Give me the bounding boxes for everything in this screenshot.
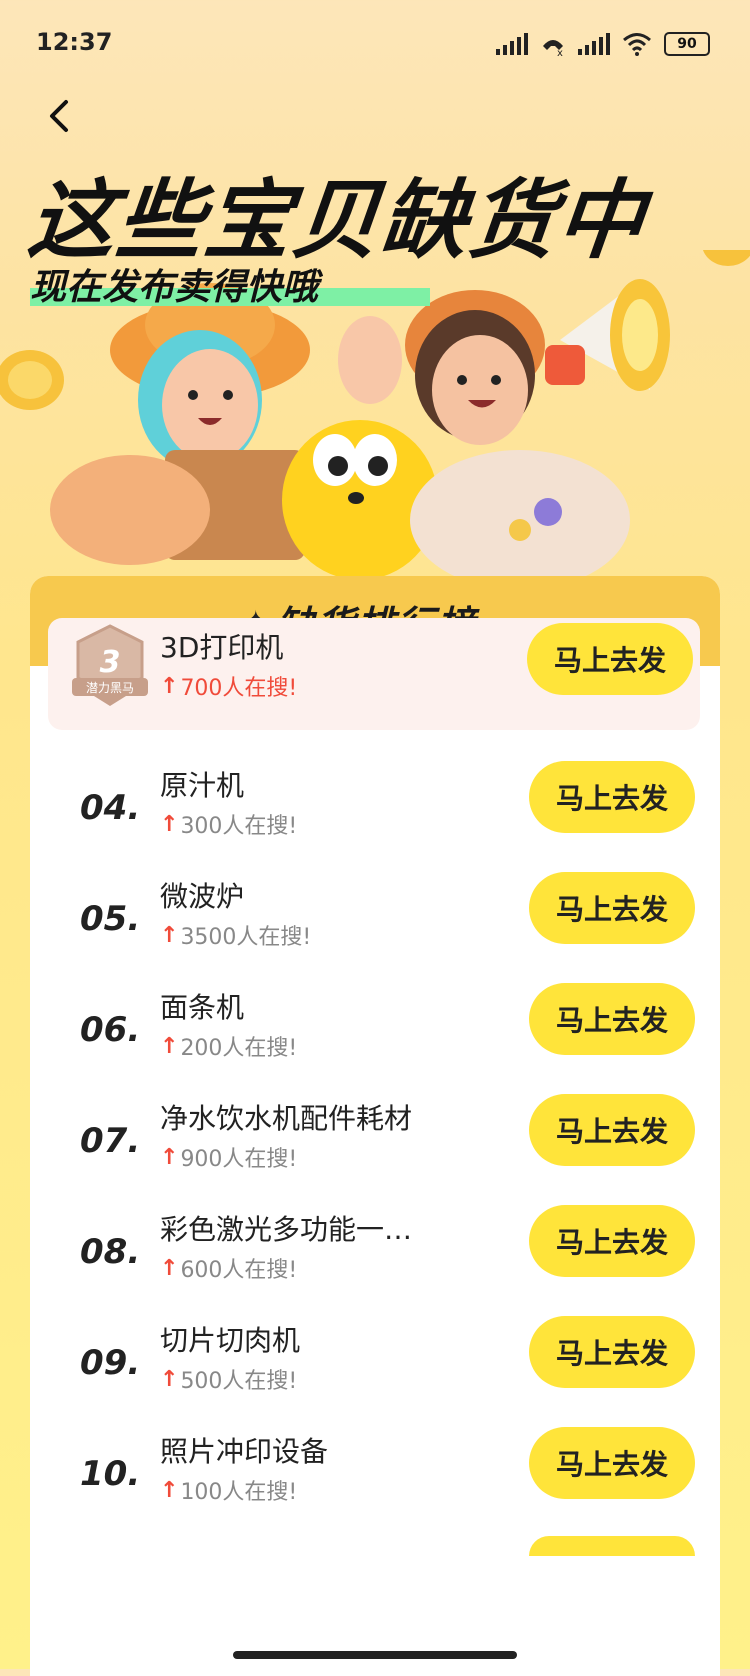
badge-rank: 3 — [100, 645, 121, 680]
list-item: 08. 彩色激光多功能一… ↑ 600人在搜! 马上去发 — [30, 1200, 720, 1310]
list-item: 3 潜力黑马 3D打印机 ↑ 700人在搜! 马上去发 — [48, 618, 700, 730]
item-rank: 09. — [80, 1343, 141, 1383]
item-hot-text: 600人在搜! — [180, 1258, 298, 1283]
item-rank: 06. — [80, 1010, 141, 1050]
up-arrow-icon: ↑ — [160, 922, 179, 948]
home-indicator[interactable] — [233, 1651, 517, 1659]
list-item: 04. 原汁机 ↑ 300人在搜! 马上去发 — [30, 756, 720, 866]
back-arrow-icon[interactable] — [40, 96, 80, 136]
up-arrow-icon: ↑ — [160, 673, 179, 699]
item-hot: ↑ 500人在搜! — [160, 1363, 297, 1395]
item-name: 原汁机 — [160, 769, 245, 802]
item-name: 面条机 — [160, 991, 245, 1024]
item-hot-text: 500人在搜! — [180, 1369, 298, 1394]
up-arrow-icon: ↑ — [160, 1033, 179, 1059]
item-name: 净水饮水机配件耗材 — [160, 1102, 413, 1135]
svg-text:x: x — [557, 48, 563, 56]
item-hot: ↑ 700人在搜! — [160, 670, 297, 702]
page-title: 这些宝贝缺货中 — [23, 171, 651, 271]
badge-text: 潜力黑马 — [86, 681, 134, 695]
item-hot: ↑ 900人在搜! — [160, 1141, 297, 1173]
item-name: 切片切肉机 — [160, 1324, 301, 1357]
status-time: 12:37 — [36, 28, 113, 56]
list-item: 09. 切片切肉机 ↑ 500人在搜! 马上去发 — [30, 1311, 720, 1421]
item-hot: ↑ 300人在搜! — [160, 808, 297, 840]
item-name: 微波炉 — [160, 880, 245, 913]
item-hot: ↑ 100人在搜! — [160, 1474, 297, 1506]
publish-button[interactable]: 马上去发 — [529, 1205, 695, 1277]
item-hot-text: 300人在搜! — [180, 814, 298, 839]
list-item: 10. 照片冲印设备 ↑ 100人在搜! 马上去发 — [30, 1422, 720, 1532]
item-hot: ↑ 3500人在搜! — [160, 919, 311, 951]
item-rank: 08. — [80, 1232, 141, 1272]
publish-button[interactable]: 马上去发 — [529, 761, 695, 833]
item-hot-text: 700人在搜! — [180, 676, 298, 701]
wifi-icon — [623, 33, 651, 56]
item-hot-text: 200人在搜! — [180, 1036, 298, 1061]
status-bar: 12:37 x 90 — [0, 0, 750, 90]
item-rank: 05. — [80, 899, 141, 939]
status-icons: x 90 — [496, 32, 710, 56]
up-arrow-icon: ↑ — [160, 1477, 179, 1503]
item-hot-text: 900人在搜! — [180, 1147, 298, 1172]
battery-icon: 90 — [664, 32, 710, 56]
list-item: 06. 面条机 ↑ 200人在搜! 马上去发 — [30, 978, 720, 1088]
up-arrow-icon: ↑ — [160, 1144, 179, 1170]
list-item: 05. 微波炉 ↑ 3500人在搜! 马上去发 — [30, 867, 720, 977]
item-hot-text: 100人在搜! — [180, 1480, 298, 1505]
list-item: 07. 净水饮水机配件耗材 ↑ 900人在搜! 马上去发 — [30, 1089, 720, 1199]
up-arrow-icon: ↑ — [160, 1366, 179, 1392]
item-name: 照片冲印设备 — [160, 1435, 329, 1468]
call-off-icon: x — [543, 40, 563, 56]
signal-icon — [496, 33, 528, 55]
ranking-card: ✦ 缺货排行榜 ✦ 3 潜力黑马 3D打印机 ↑700人在搜! 马上去发 04.… — [30, 576, 720, 1676]
item-name: 3D打印机 — [160, 631, 284, 664]
item-hot: ↑ 600人在搜! — [160, 1252, 297, 1284]
publish-button[interactable]: 马上去发 — [529, 983, 695, 1055]
publish-button[interactable]: 马上去发 — [529, 1427, 695, 1499]
item-hot-text: 3500人在搜! — [180, 925, 312, 950]
item-rank: 07. — [80, 1121, 141, 1161]
publish-button[interactable]: 马上去发 — [529, 1094, 695, 1166]
rank-badge-icon: 3 潜力黑马 — [72, 624, 148, 706]
signal-icon-2 — [578, 33, 610, 55]
publish-button[interactable]: 马上去发 — [529, 1316, 695, 1388]
page-subtitle: 现在发布卖得快哦 — [30, 267, 319, 308]
item-rank: 04. — [80, 788, 141, 828]
publish-button[interactable]: 马上去发 — [529, 872, 695, 944]
up-arrow-icon: ↑ — [160, 811, 179, 837]
item-hot: ↑ 200人在搜! — [160, 1030, 297, 1062]
item-rank: 10. — [80, 1454, 141, 1494]
next-row-button-partial — [529, 1536, 695, 1556]
publish-button[interactable]: 马上去发 — [527, 623, 693, 695]
item-name: 彩色激光多功能一… — [160, 1213, 413, 1246]
subtitle-wrap: 现在发布卖得快哦 — [30, 258, 430, 310]
up-arrow-icon: ↑ — [160, 1255, 179, 1281]
